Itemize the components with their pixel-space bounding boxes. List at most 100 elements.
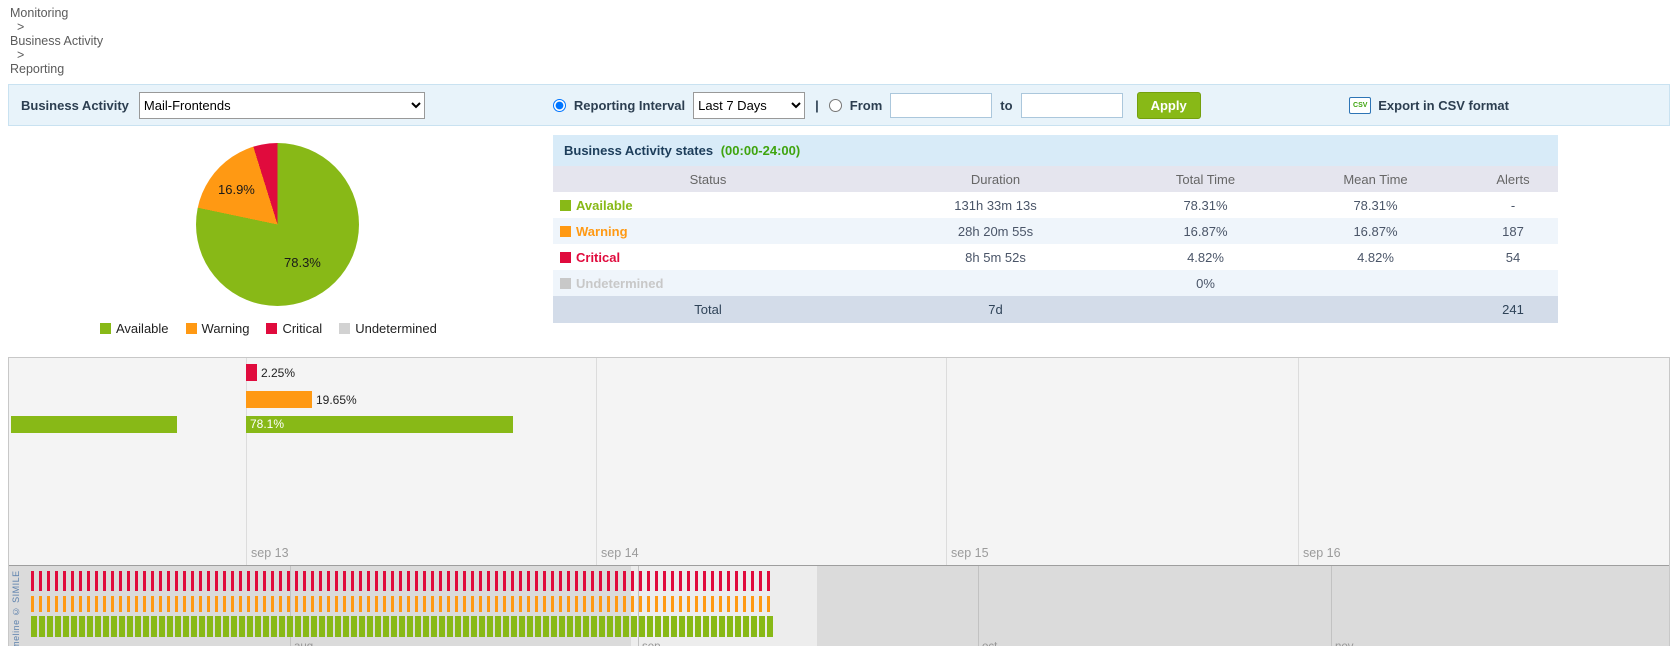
event-tick-warning[interactable]	[127, 596, 130, 612]
event-tick-warning[interactable]	[319, 596, 322, 612]
event-tick-critical[interactable]	[191, 571, 194, 591]
event-tick-available[interactable]	[343, 616, 349, 637]
event-tick-warning[interactable]	[455, 596, 458, 612]
event-tick-available[interactable]	[311, 616, 317, 637]
event-tick-warning[interactable]	[479, 596, 482, 612]
event-tick-critical[interactable]	[519, 571, 522, 591]
event-tick-available[interactable]	[655, 616, 661, 637]
event-tick-warning[interactable]	[167, 596, 170, 612]
event-tick-available[interactable]	[607, 616, 613, 637]
event-tick-critical[interactable]	[207, 571, 210, 591]
event-tick-available[interactable]	[623, 616, 629, 637]
event-tick-warning[interactable]	[239, 596, 242, 612]
event-tick-critical[interactable]	[231, 571, 234, 591]
event-tick-critical[interactable]	[551, 571, 554, 591]
event-tick-critical[interactable]	[479, 571, 482, 591]
export-csv-button[interactable]: CSV Export in CSV format	[1349, 97, 1509, 114]
event-tick-warning[interactable]	[615, 596, 618, 612]
event-tick-critical[interactable]	[687, 571, 690, 591]
event-tick-critical[interactable]	[495, 571, 498, 591]
event-tick-available[interactable]	[223, 616, 229, 637]
event-tick-critical[interactable]	[647, 571, 650, 591]
breadcrumb-item-monitoring[interactable]: Monitoring	[10, 6, 68, 20]
event-tick-critical[interactable]	[727, 571, 730, 591]
event-tick-warning[interactable]	[655, 596, 658, 612]
event-tick-critical[interactable]	[199, 571, 202, 591]
event-tick-available[interactable]	[591, 616, 597, 637]
event-tick-warning[interactable]	[703, 596, 706, 612]
event-tick-warning[interactable]	[599, 596, 602, 612]
event-tick-critical[interactable]	[103, 571, 106, 591]
event-tick-available[interactable]	[431, 616, 437, 637]
event-tick-warning[interactable]	[367, 596, 370, 612]
event-tick-critical[interactable]	[143, 571, 146, 591]
event-tick-warning[interactable]	[567, 596, 570, 612]
event-tick-available[interactable]	[767, 616, 773, 637]
event-tick-warning[interactable]	[623, 596, 626, 612]
breadcrumb-item-business-activity[interactable]: Business Activity	[10, 34, 103, 48]
event-tick-warning[interactable]	[103, 596, 106, 612]
event-tick-warning[interactable]	[47, 596, 50, 612]
event-tick-available[interactable]	[135, 616, 141, 637]
interval-select[interactable]: Last 7 Days	[693, 92, 805, 119]
event-tick-critical[interactable]	[311, 571, 314, 591]
event-tick-warning[interactable]	[231, 596, 234, 612]
event-tick-critical[interactable]	[63, 571, 66, 591]
event-tick-critical[interactable]	[279, 571, 282, 591]
event-tick-warning[interactable]	[751, 596, 754, 612]
event-tick-warning[interactable]	[263, 596, 266, 612]
event-tick-available[interactable]	[471, 616, 477, 637]
event-tick-available[interactable]	[279, 616, 285, 637]
event-tick-available[interactable]	[167, 616, 173, 637]
event-tick-critical[interactable]	[655, 571, 658, 591]
event-tick-available[interactable]	[103, 616, 109, 637]
event-tick-critical[interactable]	[319, 571, 322, 591]
event-tick-available[interactable]	[455, 616, 461, 637]
event-tick-available[interactable]	[503, 616, 509, 637]
event-tick-warning[interactable]	[631, 596, 634, 612]
event-tick-warning[interactable]	[463, 596, 466, 612]
event-tick-available[interactable]	[295, 616, 301, 637]
event-tick-critical[interactable]	[367, 571, 370, 591]
event-tick-warning[interactable]	[343, 596, 346, 612]
event-tick-critical[interactable]	[423, 571, 426, 591]
event-tick-available[interactable]	[439, 616, 445, 637]
event-tick-critical[interactable]	[583, 571, 586, 591]
event-tick-warning[interactable]	[719, 596, 722, 612]
event-tick-available[interactable]	[367, 616, 373, 637]
event-tick-critical[interactable]	[567, 571, 570, 591]
event-tick-warning[interactable]	[327, 596, 330, 612]
event-tick-available[interactable]	[255, 616, 261, 637]
event-tick-warning[interactable]	[663, 596, 666, 612]
event-tick-critical[interactable]	[535, 571, 538, 591]
event-tick-available[interactable]	[55, 616, 61, 637]
event-tick-warning[interactable]	[303, 596, 306, 612]
event-tick-warning[interactable]	[255, 596, 258, 612]
event-tick-critical[interactable]	[559, 571, 562, 591]
event-tick-warning[interactable]	[63, 596, 66, 612]
event-tick-critical[interactable]	[79, 571, 82, 591]
event-tick-available[interactable]	[559, 616, 565, 637]
event-tick-warning[interactable]	[679, 596, 682, 612]
event-tick-warning[interactable]	[767, 596, 770, 612]
event-tick-critical[interactable]	[543, 571, 546, 591]
event-tick-critical[interactable]	[663, 571, 666, 591]
event-tick-critical[interactable]	[375, 571, 378, 591]
event-tick-available[interactable]	[151, 616, 157, 637]
event-tick-warning[interactable]	[111, 596, 114, 612]
event-tick-warning[interactable]	[183, 596, 186, 612]
event-tick-warning[interactable]	[511, 596, 514, 612]
event-tick-critical[interactable]	[735, 571, 738, 591]
event-tick-available[interactable]	[679, 616, 685, 637]
event-tick-warning[interactable]	[551, 596, 554, 612]
event-tick-warning[interactable]	[159, 596, 162, 612]
event-tick-critical[interactable]	[711, 571, 714, 591]
event-tick-critical[interactable]	[303, 571, 306, 591]
event-tick-available[interactable]	[463, 616, 469, 637]
event-tick-critical[interactable]	[751, 571, 754, 591]
event-tick-warning[interactable]	[191, 596, 194, 612]
from-date-input[interactable]	[890, 93, 992, 118]
event-tick-warning[interactable]	[735, 596, 738, 612]
event-tick-critical[interactable]	[407, 571, 410, 591]
event-tick-available[interactable]	[319, 616, 325, 637]
